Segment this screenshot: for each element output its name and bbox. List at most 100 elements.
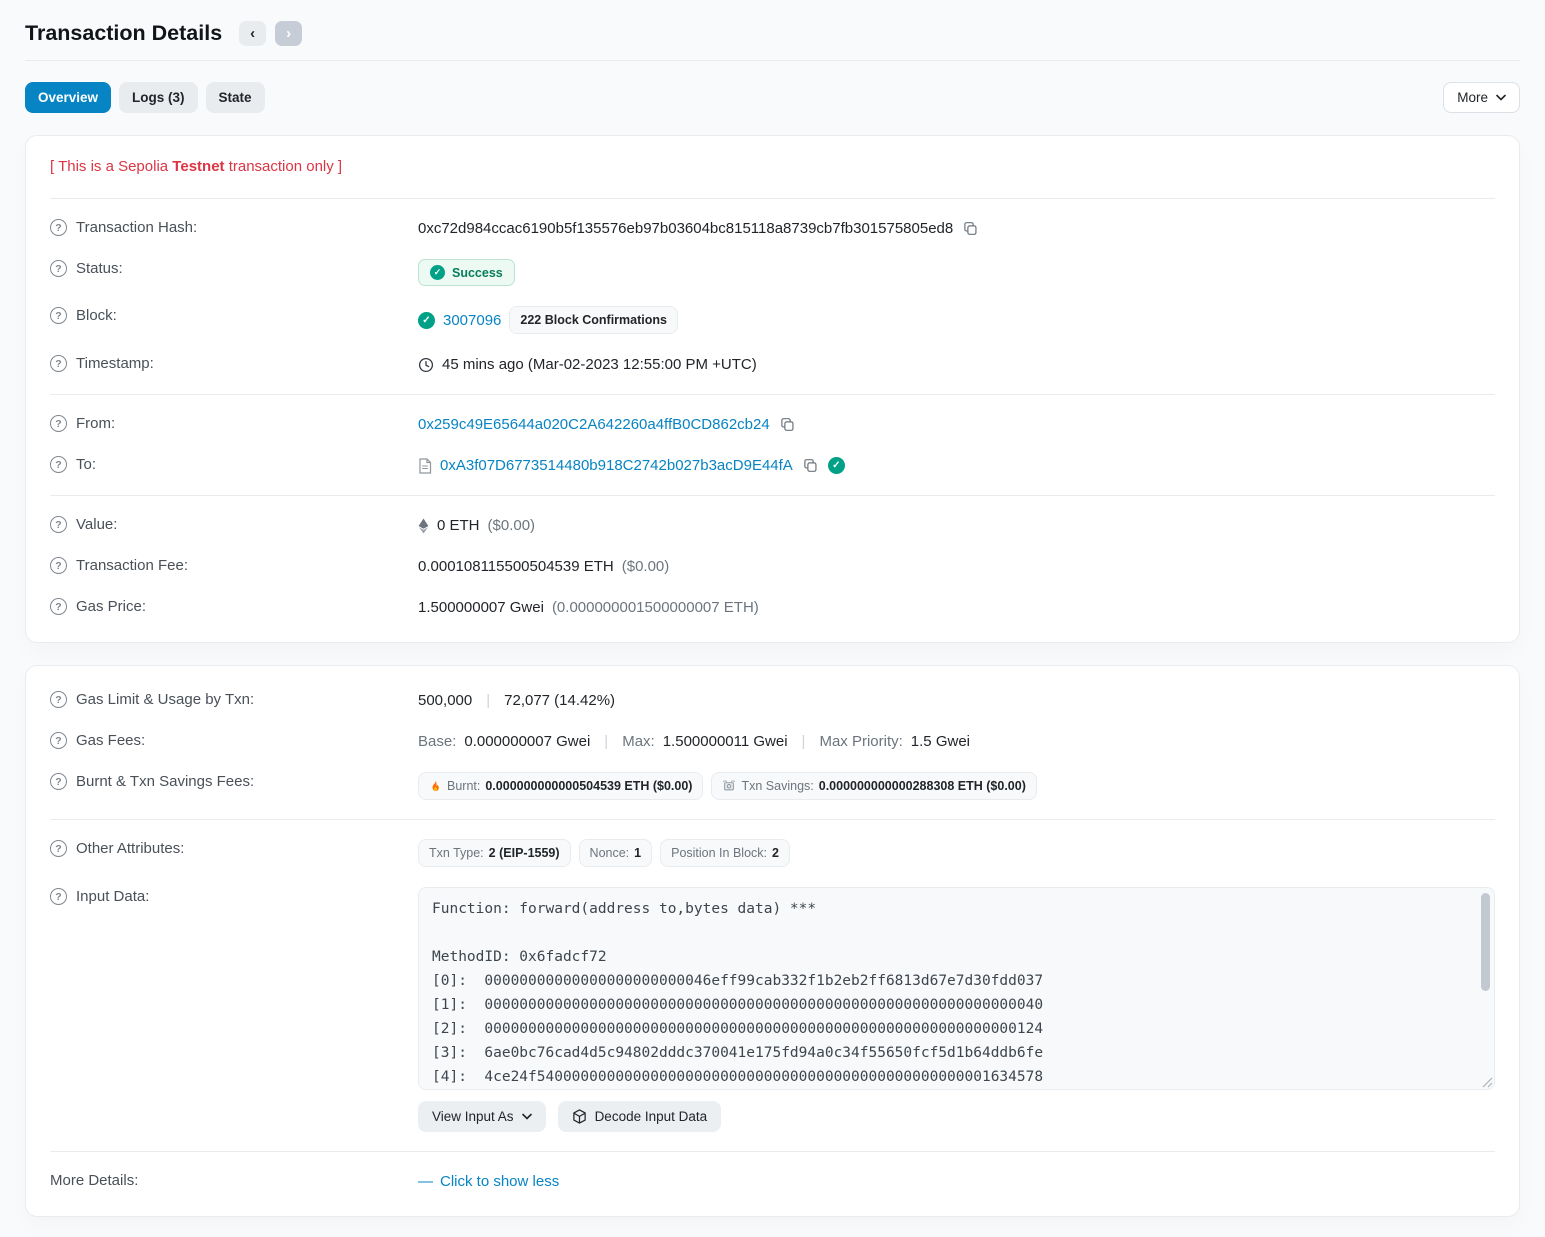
other-attributes-row: ? Other Attributes: Txn Type: 2 (EIP-155… bbox=[50, 829, 1495, 877]
testnet-notice-prefix: [ This is a Sepolia bbox=[50, 158, 172, 175]
burnt-savings-row: ? Burnt & Txn Savings Fees: Burnt: 0.000… bbox=[50, 762, 1495, 810]
transaction-fee-row: ? Transaction Fee: 0.000108115500504539 … bbox=[50, 546, 1495, 587]
transaction-hash-value: 0xc72d984ccac6190b5f135576eb97b03604bc81… bbox=[418, 220, 953, 237]
max-fee-value: 1.500000011 Gwei bbox=[663, 733, 788, 750]
chevron-left-icon: ‹ bbox=[250, 26, 255, 41]
help-icon[interactable]: ? bbox=[50, 840, 67, 857]
transaction-summary-card: [ This is a Sepolia Testnet transaction … bbox=[25, 135, 1520, 643]
help-icon[interactable]: ? bbox=[50, 732, 67, 749]
separator: | bbox=[802, 733, 806, 750]
help-icon[interactable]: ? bbox=[50, 691, 67, 708]
copy-icon bbox=[780, 417, 795, 432]
tab-overview[interactable]: Overview bbox=[25, 82, 111, 113]
chevron-down-icon bbox=[1496, 94, 1506, 101]
transaction-hash-label: ? Transaction Hash: bbox=[50, 218, 418, 236]
divider bbox=[50, 394, 1495, 395]
to-row: ? To: 0xA3f07D6773514480b918C2742b027b3a… bbox=[50, 445, 1495, 486]
check-circle-icon: ✓ bbox=[430, 265, 445, 280]
value-usd: ($0.00) bbox=[488, 517, 536, 534]
timestamp-label: ? Timestamp: bbox=[50, 354, 418, 372]
status-row: ? Status: ✓ Success bbox=[50, 249, 1495, 296]
block-confirmations-badge: 222 Block Confirmations bbox=[509, 306, 678, 334]
gas-limit-value: 500,000 bbox=[418, 692, 472, 709]
nonce-badge: Nonce: 1 bbox=[579, 839, 653, 867]
input-data-row: ? Input Data: Function: forward(address … bbox=[50, 877, 1495, 1142]
txn-savings-label-text: Txn Savings: bbox=[741, 779, 813, 793]
help-icon[interactable]: ? bbox=[50, 355, 67, 372]
tab-state[interactable]: State bbox=[206, 82, 265, 113]
block-number-link[interactable]: 3007096 bbox=[443, 312, 501, 329]
gas-price-label: ? Gas Price: bbox=[50, 597, 418, 615]
copy-to-address-button[interactable] bbox=[801, 458, 820, 473]
chevron-right-icon: › bbox=[286, 26, 291, 41]
base-fee-label: Base: bbox=[418, 733, 456, 750]
position-in-block-badge: Position In Block: 2 bbox=[660, 839, 790, 867]
copy-icon bbox=[803, 458, 818, 473]
previous-transaction-button[interactable]: ‹ bbox=[239, 21, 266, 46]
txn-savings-value: 0.000000000000288308 ETH ($0.00) bbox=[819, 779, 1026, 793]
testnet-notice: [ This is a Sepolia Testnet transaction … bbox=[50, 150, 1495, 189]
copy-hash-button[interactable] bbox=[961, 221, 980, 236]
value-label: ? Value: bbox=[50, 515, 418, 533]
value-row: ? Value: 0 ETH ($0.00) bbox=[50, 505, 1495, 546]
gas-price-row: ? Gas Price: 1.500000007 Gwei (0.0000000… bbox=[50, 587, 1495, 628]
help-icon[interactable]: ? bbox=[50, 516, 67, 533]
next-transaction-button[interactable]: › bbox=[275, 21, 302, 46]
divider bbox=[50, 198, 1495, 199]
more-label: More bbox=[1457, 90, 1488, 105]
divider bbox=[50, 1151, 1495, 1152]
help-icon[interactable]: ? bbox=[50, 307, 67, 324]
status-text: Success bbox=[452, 266, 503, 280]
tabs-bar: Overview Logs (3) State More bbox=[25, 82, 1520, 113]
decode-input-data-button[interactable]: Decode Input Data bbox=[558, 1101, 722, 1132]
help-icon[interactable]: ? bbox=[50, 456, 67, 473]
to-label: ? To: bbox=[50, 455, 418, 473]
input-data-label: ? Input Data: bbox=[50, 887, 418, 905]
help-icon[interactable]: ? bbox=[50, 557, 67, 574]
fee-eth: 0.000108115500504539 ETH bbox=[418, 558, 614, 575]
copy-from-address-button[interactable] bbox=[778, 417, 797, 432]
tab-logs[interactable]: Logs (3) bbox=[119, 82, 198, 113]
help-icon[interactable]: ? bbox=[50, 888, 67, 905]
from-label: ? From: bbox=[50, 414, 418, 432]
from-address-link[interactable]: 0x259c49E65644a020C2A642260a4ffB0CD862cb… bbox=[418, 416, 770, 433]
max-priority-fee-value: 1.5 Gwei bbox=[911, 733, 970, 750]
clock-icon bbox=[418, 357, 434, 373]
transaction-details-page: Transaction Details ‹ › Overview Logs (3… bbox=[0, 0, 1545, 1237]
gas-limit-row: ? Gas Limit & Usage by Txn: 500,000 | 72… bbox=[50, 680, 1495, 721]
transaction-fee-label: ? Transaction Fee: bbox=[50, 556, 418, 574]
gas-fees-label: ? Gas Fees: bbox=[50, 731, 418, 749]
show-less-link[interactable]: — Click to show less bbox=[418, 1173, 559, 1190]
help-icon[interactable]: ? bbox=[50, 260, 67, 277]
scrollbar-thumb[interactable] bbox=[1481, 893, 1490, 991]
page-header: Transaction Details ‹ › bbox=[25, 0, 1520, 61]
base-fee-value: 0.000000007 Gwei bbox=[464, 733, 590, 750]
divider bbox=[50, 819, 1495, 820]
gas-limit-label: ? Gas Limit & Usage by Txn: bbox=[50, 690, 418, 708]
divider bbox=[50, 495, 1495, 496]
more-dropdown-button[interactable]: More bbox=[1443, 82, 1520, 113]
help-icon[interactable]: ? bbox=[50, 415, 67, 432]
max-fee-label: Max: bbox=[622, 733, 655, 750]
help-icon[interactable]: ? bbox=[50, 219, 67, 236]
input-data-box: Function: forward(address to,bytes data)… bbox=[418, 887, 1495, 1090]
help-icon[interactable]: ? bbox=[50, 598, 67, 615]
chevron-down-icon bbox=[522, 1113, 532, 1120]
more-details-row: More Details: — Click to show less bbox=[50, 1161, 1495, 1202]
block-label: ? Block: bbox=[50, 306, 418, 324]
contract-file-icon bbox=[418, 458, 432, 474]
eth-icon bbox=[418, 518, 429, 534]
gas-fees-row: ? Gas Fees: Base: 0.000000007 Gwei | Max… bbox=[50, 721, 1495, 762]
resize-grip-icon[interactable] bbox=[1482, 1077, 1493, 1088]
txn-savings-badge: Txn Savings: 0.000000000000288308 ETH ($… bbox=[711, 772, 1036, 800]
burnt-label-text: Burnt: bbox=[447, 779, 480, 793]
gas-usage-value: 72,077 (14.42%) bbox=[504, 692, 615, 709]
fee-usd: ($0.00) bbox=[622, 558, 670, 575]
view-input-as-button[interactable]: View Input As bbox=[418, 1101, 546, 1132]
tabs: Overview Logs (3) State bbox=[25, 82, 265, 113]
to-address-link[interactable]: 0xA3f07D6773514480b918C2742b027b3acD9E44… bbox=[440, 457, 793, 474]
flame-icon bbox=[429, 779, 442, 793]
status-badge: ✓ Success bbox=[418, 259, 515, 286]
help-icon[interactable]: ? bbox=[50, 773, 67, 790]
input-data-textarea[interactable]: Function: forward(address to,bytes data)… bbox=[418, 887, 1495, 1090]
